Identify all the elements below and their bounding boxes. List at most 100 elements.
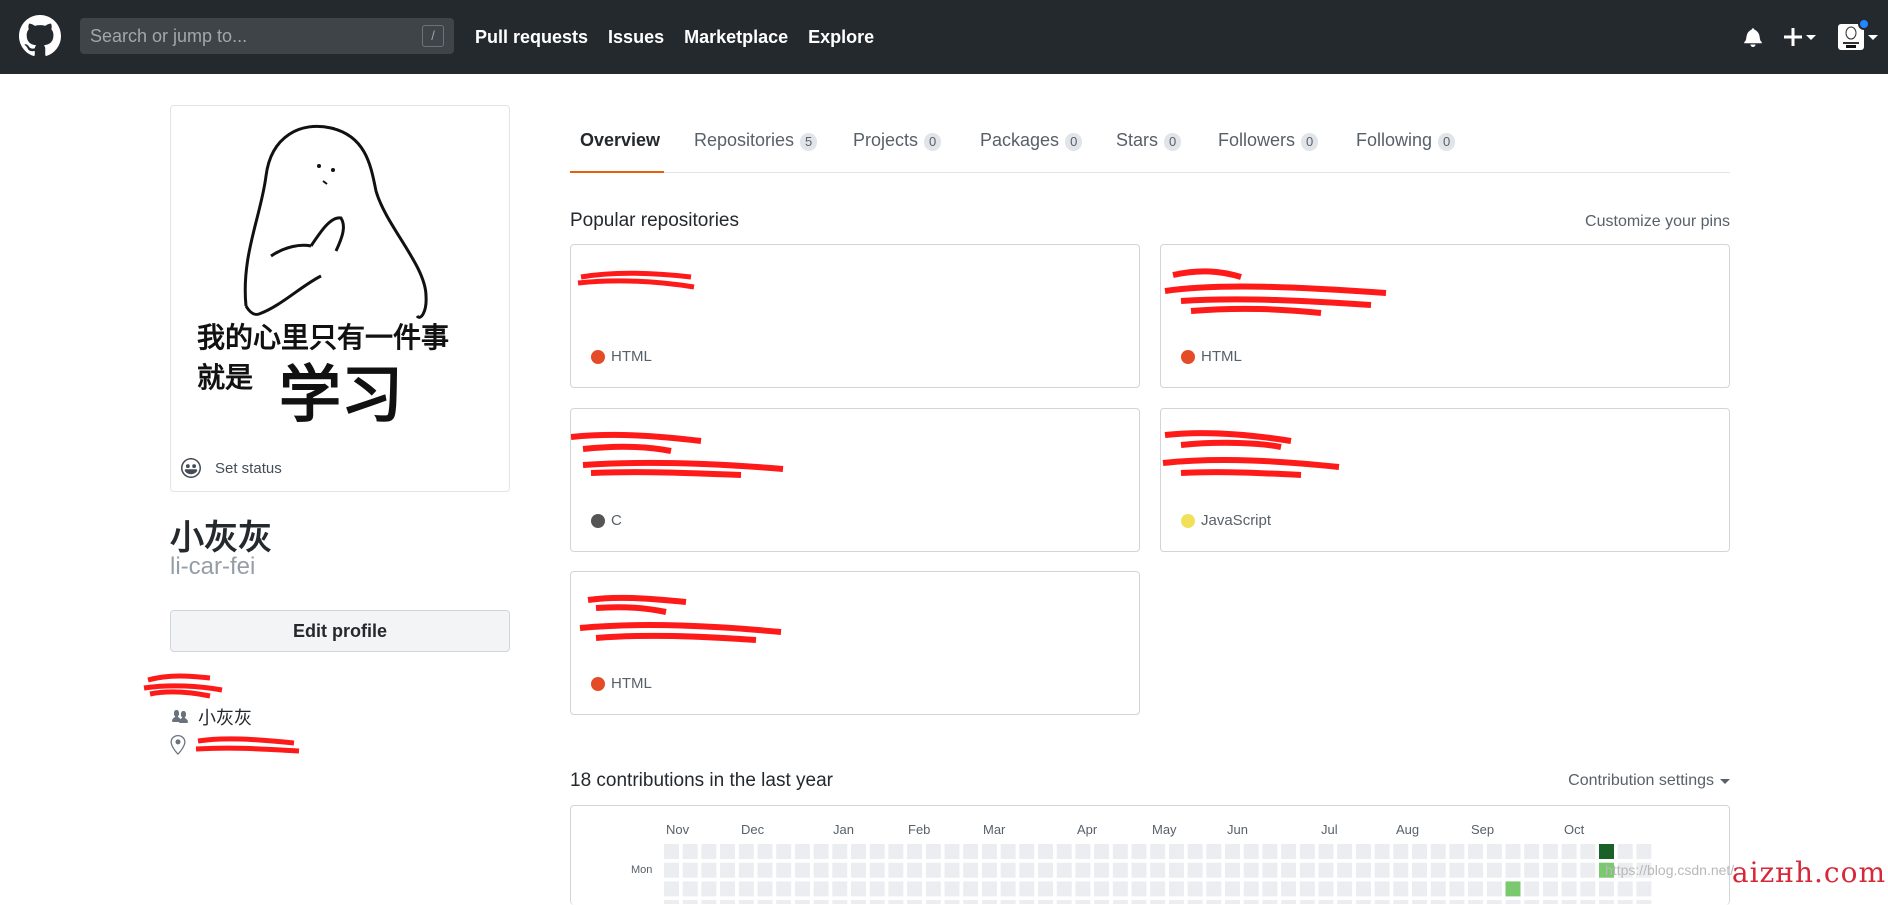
contribution-day[interactable] [1187,900,1203,904]
contribution-day[interactable] [813,844,829,859]
contribution-day[interactable] [907,862,923,878]
contribution-day[interactable] [1000,844,1016,859]
contribution-day[interactable] [1299,862,1315,878]
contribution-day[interactable] [1449,844,1465,859]
contribution-day[interactable] [1187,844,1203,859]
contribution-day[interactable] [1449,862,1465,878]
contribution-day[interactable] [869,862,885,878]
contribution-day[interactable] [1299,844,1315,859]
contribution-day[interactable] [1337,900,1353,904]
contribution-day[interactable] [1617,900,1633,904]
contribution-day[interactable] [813,900,829,904]
contribution-day[interactable] [1075,844,1091,859]
repo-card[interactable]: HTML [570,571,1140,715]
contribution-day[interactable] [1019,900,1035,904]
contribution-day[interactable] [664,862,679,878]
contribution-day[interactable] [1262,844,1278,859]
contribution-day[interactable] [1131,900,1147,904]
contribution-day[interactable] [1412,844,1427,859]
contribution-day[interactable] [1318,862,1334,878]
profile-avatar-card[interactable]: 我的心里只有一件事 就是 学习 Set status [170,105,510,492]
contribution-day[interactable] [1355,862,1371,878]
tab-stars[interactable]: Stars 0 [1116,110,1182,173]
contribution-day[interactable] [1112,900,1128,904]
contribution-day[interactable] [1355,900,1371,904]
tab-repositories[interactable]: Repositories 5 [694,110,818,173]
repo-card[interactable]: C [570,408,1140,552]
contribution-day[interactable] [1542,900,1558,904]
contribution-day[interactable] [1225,844,1240,859]
contribution-day[interactable] [701,900,717,904]
contribution-day[interactable] [888,844,904,859]
contribution-day[interactable] [664,900,679,904]
contribution-day[interactable] [1468,900,1484,904]
contribution-day[interactable] [1094,900,1110,904]
nav-issues[interactable]: Issues [608,27,664,48]
contribution-day[interactable] [851,900,866,904]
contribution-day[interactable] [1112,862,1128,878]
contribution-day[interactable] [664,844,679,859]
contribution-day[interactable] [1299,900,1315,904]
contribution-day[interactable] [1524,900,1540,904]
contribution-day[interactable] [757,862,773,878]
contribution-day[interactable] [1318,844,1334,859]
contribution-day[interactable] [1038,844,1053,859]
contribution-day[interactable] [1468,862,1484,878]
contribution-day[interactable] [757,844,773,859]
contribution-day[interactable] [925,844,941,859]
contribution-day[interactable] [1580,862,1596,878]
contribution-day[interactable] [1150,862,1166,878]
contribution-day[interactable] [1225,862,1240,878]
contribution-day[interactable] [1056,900,1072,904]
contribution-day[interactable] [963,900,979,904]
tab-followers[interactable]: Followers 0 [1218,110,1319,173]
contribution-day[interactable] [794,844,810,859]
contribution-day[interactable] [1542,844,1558,859]
contribution-day[interactable] [682,844,698,859]
tab-following[interactable]: Following 0 [1356,110,1456,173]
contribution-day[interactable] [701,862,717,878]
contribution-day[interactable] [1636,900,1652,904]
contribution-day[interactable] [1206,844,1222,859]
contribution-settings-dropdown[interactable]: Contribution settings [1568,772,1730,790]
contribution-day[interactable] [944,900,960,904]
repo-card[interactable]: HTML [1160,244,1730,388]
github-logo-icon[interactable] [19,15,61,57]
contribution-day[interactable] [925,862,941,878]
repo-card[interactable]: JavaScript [1160,408,1730,552]
contribution-day[interactable] [1168,862,1184,878]
contribution-day[interactable] [1019,862,1035,878]
contribution-day[interactable] [1000,862,1016,878]
contribution-day[interactable] [1430,900,1446,904]
contribution-day[interactable] [1318,900,1334,904]
contribution-day[interactable] [1056,862,1072,878]
contribution-day[interactable] [720,862,736,878]
contribution-day[interactable] [1599,900,1614,904]
contribution-day[interactable] [794,900,810,904]
contribution-day[interactable] [1281,844,1297,859]
customize-pins-link[interactable]: Customize your pins [1585,213,1730,231]
contribution-day[interactable] [1580,900,1596,904]
contribution-day[interactable] [869,900,885,904]
contribution-day[interactable] [1337,862,1353,878]
contribution-day[interactable] [1150,900,1166,904]
contribution-day[interactable] [1337,844,1353,859]
create-new-menu[interactable] [1784,28,1816,46]
contribution-day[interactable] [981,844,997,859]
contribution-day[interactable] [1561,862,1577,878]
contribution-day[interactable] [1468,844,1484,859]
contribution-day[interactable] [1150,844,1166,859]
contribution-day[interactable] [1374,900,1390,904]
contribution-day[interactable] [888,900,904,904]
contribution-day[interactable] [1075,900,1091,904]
contribution-day[interactable] [832,862,848,878]
tab-projects[interactable]: Projects 0 [853,110,942,173]
contribution-day[interactable] [888,862,904,878]
contribution-day[interactable] [813,862,829,878]
repo-card[interactable]: HTML [570,244,1140,388]
contribution-day[interactable] [1636,844,1652,859]
contribution-day[interactable] [1430,862,1446,878]
contribution-day[interactable] [1131,844,1147,859]
contribution-day[interactable] [1243,844,1259,859]
contribution-day[interactable] [851,862,866,878]
